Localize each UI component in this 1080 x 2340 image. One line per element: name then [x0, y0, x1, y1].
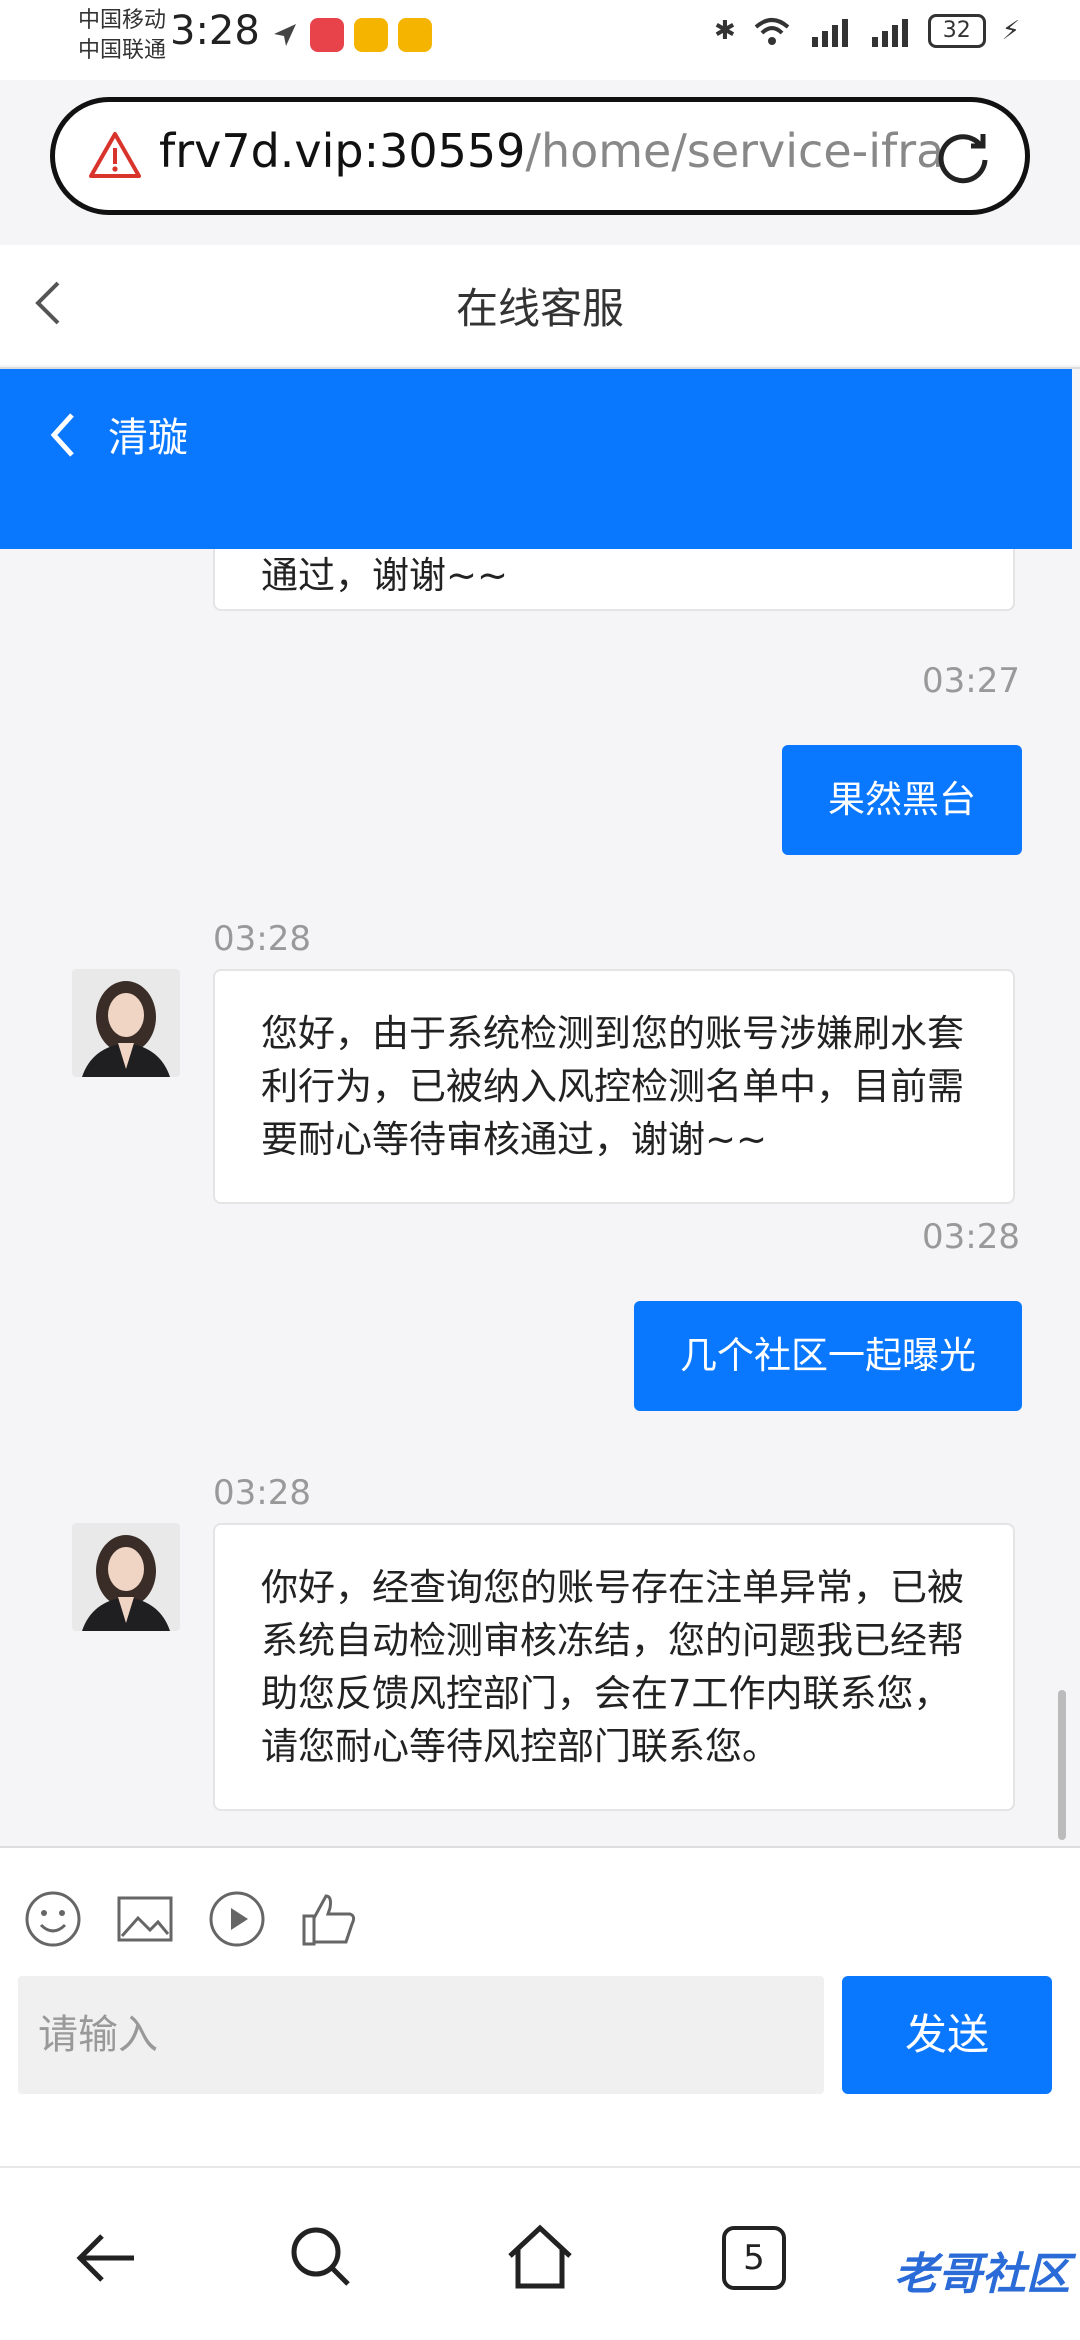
- tabs-button[interactable]: 5: [722, 2226, 802, 2306]
- message-text: 您好，由于系统检测到您的账号涉嫌刷水套利行为，已被纳入风控检测名单中，目前需要耐…: [261, 1012, 964, 1161]
- bluetooth-icon: ✱: [713, 16, 736, 46]
- home-icon[interactable]: [500, 2218, 580, 2298]
- message-input[interactable]: [18, 1976, 824, 2094]
- signal-icon: [811, 19, 848, 47]
- video-icon[interactable]: [208, 1890, 266, 1948]
- agent-avatar: [72, 969, 180, 1077]
- url-domain: frv7d.vip:30559: [159, 124, 526, 178]
- search-icon[interactable]: [282, 2218, 362, 2298]
- page-header: 在线客服: [0, 245, 1080, 365]
- message-timestamp: 03:28: [213, 1473, 311, 1513]
- agent-avatar: [72, 1523, 180, 1631]
- browser-bottom-nav: 5 老哥社区: [0, 2166, 1080, 2340]
- wifi-icon: [754, 18, 790, 45]
- clock: 3:28: [170, 8, 260, 54]
- notification-icons: [270, 18, 432, 52]
- message-timestamp: 03:28: [922, 1217, 1020, 1257]
- watermark-logo: 老哥社区: [894, 2249, 1070, 2300]
- message-bubble-agent: 通过，谢谢~~: [213, 549, 1015, 611]
- scrollbar[interactable]: [1058, 1690, 1066, 1840]
- message-list[interactable]: 通过，谢谢~~ 03:27 果然黑台 03:28 您好，由于系统检测到您的账号涉…: [0, 549, 1072, 1849]
- address-bar[interactable]: frv7d.vip:30559/home/service-ifra: [50, 97, 1030, 215]
- send-button[interactable]: 发送: [842, 1976, 1052, 2094]
- contact-name: 清璇: [108, 415, 188, 461]
- message-timestamp: 03:28: [213, 919, 311, 959]
- thumbs-up-icon[interactable]: [300, 1890, 358, 1948]
- warning-icon[interactable]: [87, 128, 143, 184]
- location-arrow-icon: [274, 24, 296, 46]
- page-title: 在线客服: [455, 284, 624, 333]
- message-bubble-user: 果然黑台: [782, 745, 1022, 855]
- message-text: 通过，谢谢~~: [261, 554, 509, 597]
- weibo-icon: [398, 18, 432, 52]
- composer: 发送: [0, 1846, 1080, 2166]
- chat-header: 清璇: [0, 369, 1072, 549]
- message-bubble-agent: 你好，经查询您的账号存在注单异常，已被系统自动检测审核冻结，您的问题我已经帮助您…: [213, 1523, 1015, 1811]
- status-bar: 中国移动 中国联通 3:28 ✱ 32 ⚡: [0, 0, 1080, 80]
- image-icon[interactable]: [116, 1890, 174, 1948]
- back-arrow-icon[interactable]: [68, 2218, 148, 2298]
- message-text: 你好，经查询您的账号存在注单异常，已被系统自动检测审核冻结，您的问题我已经帮助您…: [261, 1566, 964, 1768]
- carrier-info: 中国移动 中国联通: [78, 6, 166, 66]
- chat-back-icon[interactable]: [46, 409, 80, 461]
- message-timestamp: 03:27: [922, 661, 1020, 701]
- url-path: /home/service-ifra: [525, 124, 945, 178]
- emoji-icon[interactable]: [24, 1890, 82, 1948]
- carrier-2: 中国联通: [78, 38, 167, 63]
- shop-app-icon: [310, 18, 344, 52]
- url-text[interactable]: frv7d.vip:30559/home/service-ifra: [159, 124, 949, 178]
- reload-icon[interactable]: [931, 124, 995, 188]
- composer-tools: [24, 1890, 358, 1948]
- carrier-1: 中国移动: [78, 8, 167, 33]
- message-bubble-user: 几个社区一起曝光: [634, 1301, 1022, 1411]
- weibo-icon: [354, 18, 388, 52]
- tabs-count: 5: [722, 2226, 786, 2290]
- system-status: ✱ 32 ⚡: [714, 14, 1020, 48]
- signal-icon: [871, 19, 908, 47]
- battery-indicator: 32: [927, 14, 986, 48]
- message-bubble-agent: 您好，由于系统检测到您的账号涉嫌刷水套利行为，已被纳入风控检测名单中，目前需要耐…: [213, 969, 1015, 1204]
- charging-icon: ⚡: [1001, 16, 1020, 46]
